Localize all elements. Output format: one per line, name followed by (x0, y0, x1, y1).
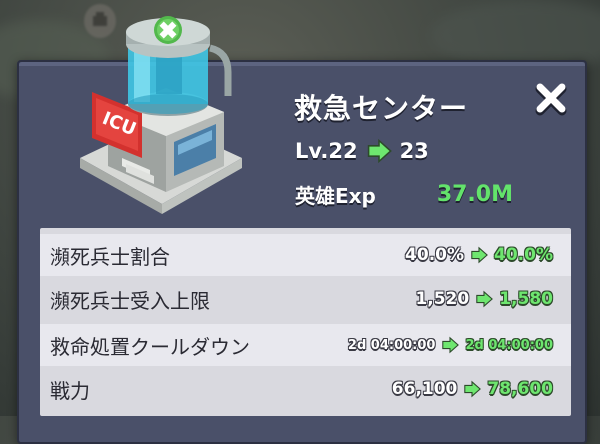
hero-exp-row: 英雄Exp 37.0M (295, 180, 545, 209)
stat-values: 2d 04:00:00 2d 04:00:00 (348, 336, 553, 354)
level-row: Lv.22 23 (295, 138, 429, 164)
stat-new-value: 1,580 (499, 289, 553, 309)
stat-new-value: 78,600 (487, 379, 553, 399)
stat-old-value: 1,520 (415, 289, 470, 309)
arrow-right-icon (471, 246, 488, 264)
stat-new-value: 2d 04:00:00 (465, 337, 553, 353)
hero-exp-label: 英雄Exp (295, 184, 376, 208)
building-title: 救急センター (294, 92, 469, 125)
stat-label: 瀕死兵士割合 (50, 244, 170, 269)
level-current: Lv.22 (295, 139, 358, 163)
stat-old-value: 66,100 (391, 379, 458, 399)
stat-old-value: 2d 04:00:00 (347, 337, 436, 353)
stats-table: 瀕死兵士割合 40.0% 40.0% 瀕死兵士受入上限 1,520 1,580 … (40, 228, 571, 416)
stat-new-value: 40.0% (494, 245, 553, 265)
stat-row-capacity: 瀕死兵士受入上限 1,520 1,580 (40, 278, 571, 320)
stat-label: 瀕死兵士受入上限 (50, 288, 210, 313)
stat-row-dying-ratio: 瀕死兵士割合 40.0% 40.0% (40, 234, 571, 276)
icu-building-icon: ICU (80, 16, 242, 214)
stat-values: 40.0% 40.0% (405, 245, 553, 265)
arrow-right-icon (464, 380, 482, 398)
stat-label: 戦力 (50, 378, 90, 403)
stat-old-value: 40.0% (405, 245, 465, 265)
level-next: 23 (399, 139, 429, 163)
hero-exp-value: 37.0M (436, 182, 513, 207)
stat-row-power: 戦力 66,100 78,600 (40, 368, 571, 410)
arrow-right-icon (442, 336, 460, 354)
close-icon (535, 83, 567, 116)
stat-values: 66,100 78,600 (392, 379, 553, 399)
stat-values: 1,520 1,580 (415, 289, 553, 309)
arrow-right-icon (367, 138, 392, 164)
stat-row-cooldown: 救命処置クールダウン 2d 04:00:00 2d 04:00:00 (40, 324, 571, 366)
close-button[interactable] (533, 80, 569, 116)
stat-label: 救命処置クールダウン (50, 334, 250, 359)
arrow-right-icon (476, 290, 494, 308)
